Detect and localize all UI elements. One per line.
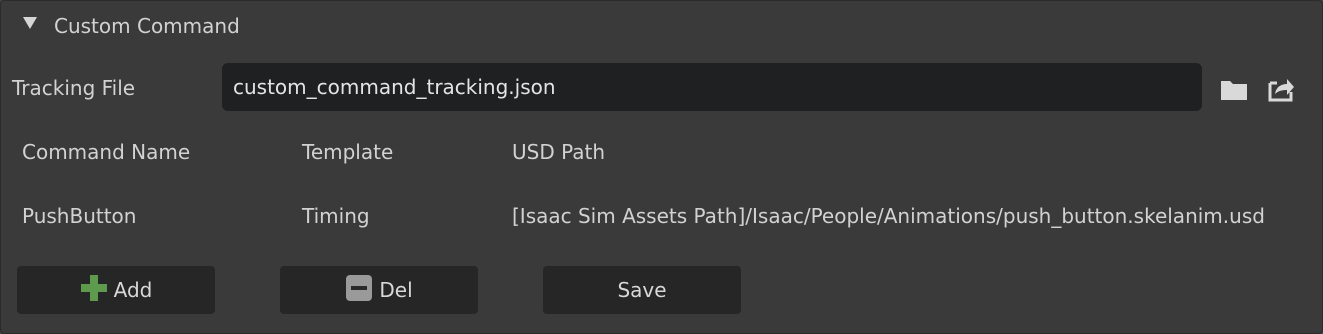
folder-icon[interactable] [1218,73,1250,105]
panel-header[interactable]: Custom Command [1,1,1322,51]
add-button-label: Add [113,278,153,302]
panel-title: Custom Command [54,14,240,38]
header-command-name: Command Name [22,140,191,164]
del-button[interactable]: Del [280,266,478,314]
del-button-label: Del [379,278,413,302]
tracking-file-label: Tracking File [12,76,136,100]
tracking-file-input[interactable]: custom_command_tracking.json [222,63,1202,111]
export-icon[interactable] [1265,73,1297,105]
header-template: Template [302,140,394,164]
save-button[interactable]: Save [543,266,741,314]
save-button-label: Save [617,278,667,302]
add-button[interactable]: Add [17,266,215,314]
collapse-triangle-icon[interactable] [23,17,37,29]
custom-command-panel: Custom Command Tracking File custom_comm… [0,0,1323,334]
header-usd-path: USD Path [512,140,606,164]
minus-icon [345,274,373,307]
row-template[interactable]: Timing [302,204,370,228]
row-usd-path[interactable]: [Isaac Sim Assets Path]/Isaac/People/Ani… [512,204,1265,228]
plus-icon [80,274,108,307]
row-command-name[interactable]: PushButton [22,204,136,228]
